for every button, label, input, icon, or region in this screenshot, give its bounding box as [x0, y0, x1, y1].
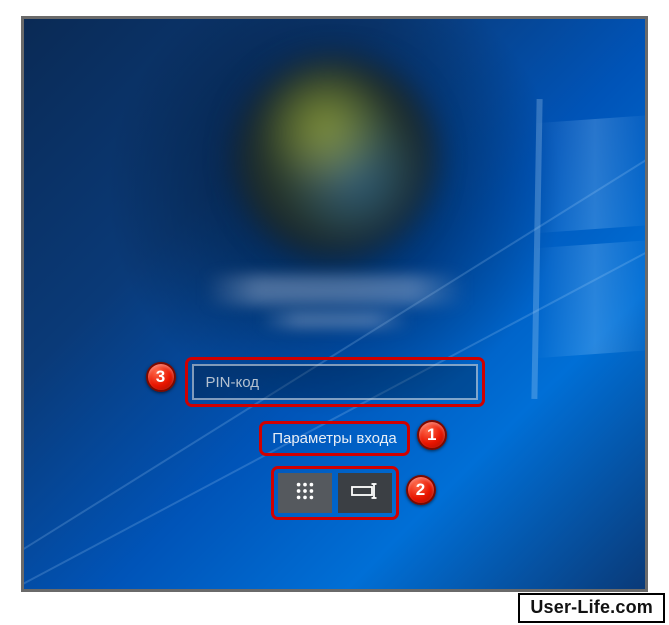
signin-option-pin-button[interactable]	[278, 473, 332, 513]
signin-options-link[interactable]: Параметры входа	[266, 428, 403, 449]
signin-option-password-button[interactable]	[338, 473, 392, 513]
user-avatar	[235, 57, 435, 257]
user-email-blurred	[260, 311, 410, 329]
password-field-icon	[351, 482, 379, 505]
pin-input[interactable]	[192, 364, 478, 400]
annotation-badge-3: 3	[146, 362, 176, 392]
annotation-icons-box: 2	[271, 466, 399, 520]
annotation-pin-box: 3	[185, 357, 485, 407]
annotation-options-box: Параметры входа 1	[259, 421, 410, 456]
annotation-badge-1: 1	[417, 420, 447, 450]
annotation-badge-2: 2	[406, 475, 436, 505]
keypad-icon	[294, 480, 316, 507]
watermark: User-Life.com	[518, 593, 665, 623]
user-name-blurred	[205, 275, 465, 305]
windows-lock-screen: 3 Параметры входа 1	[21, 16, 648, 592]
